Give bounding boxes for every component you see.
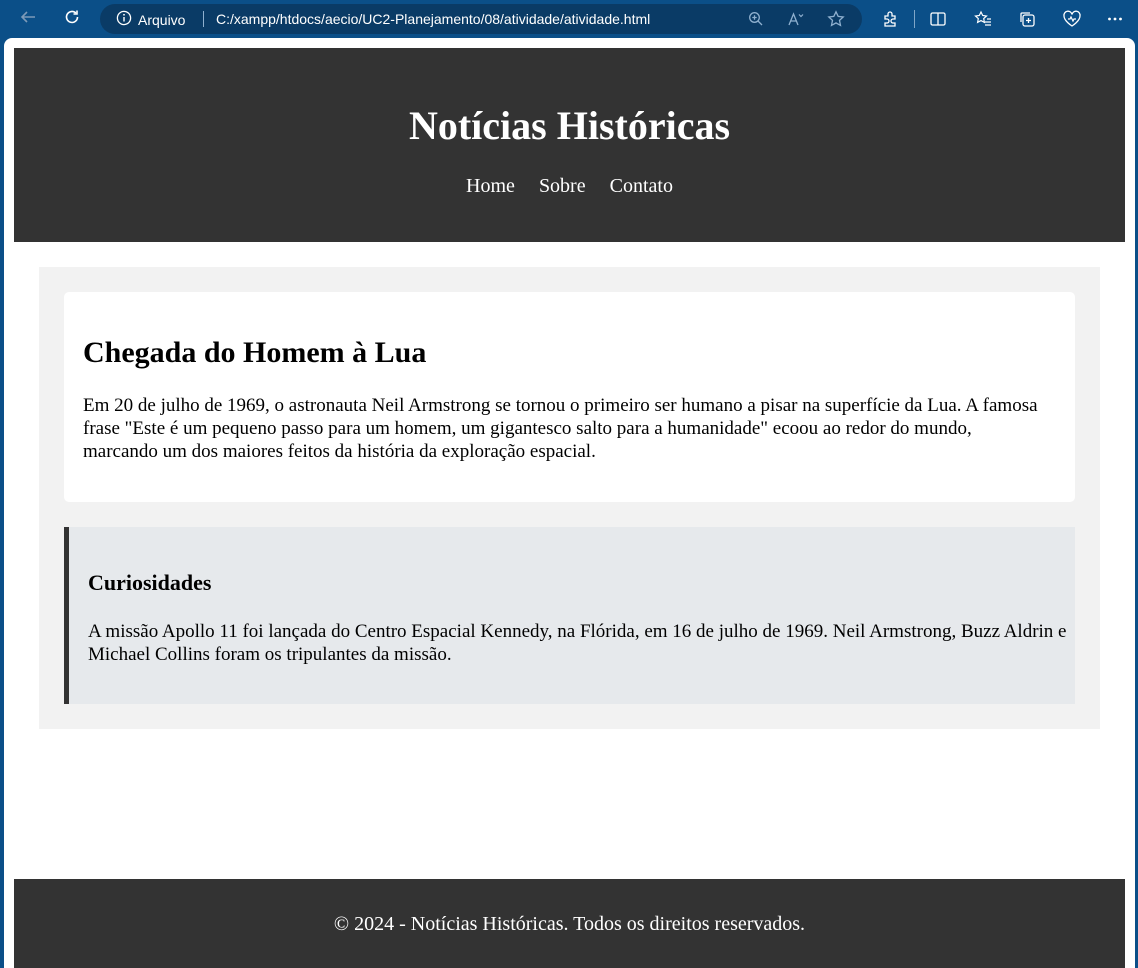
favorites-icon[interactable] bbox=[972, 8, 994, 30]
back-arrow-icon bbox=[19, 8, 37, 31]
reload-button[interactable] bbox=[59, 7, 85, 31]
reload-icon bbox=[63, 8, 81, 31]
site-header: Notícias Históricas Home Sobre Contato bbox=[14, 48, 1125, 242]
extensions-icon[interactable] bbox=[879, 8, 901, 30]
site-info-button[interactable]: Arquivo bbox=[116, 10, 185, 29]
footer-copyright: © 2024 - Notícias Históricas. Todos os d… bbox=[333, 913, 806, 935]
back-button[interactable] bbox=[15, 7, 41, 31]
info-icon bbox=[116, 10, 132, 29]
article-title: Chegada do Homem à Lua bbox=[83, 336, 427, 369]
site-footer: © 2024 - Notícias Históricas. Todos os d… bbox=[14, 879, 1125, 968]
site-title: Notícias Históricas bbox=[408, 103, 731, 148]
security-label: Arquivo bbox=[138, 11, 186, 28]
toolbar-divider bbox=[914, 10, 915, 28]
address-divider bbox=[203, 11, 204, 27]
nav-link-contato[interactable]: Contato bbox=[610, 174, 673, 198]
main-nav: Home Sobre Contato bbox=[14, 174, 1125, 198]
curiosities-body: A missão Apollo 11 foi lançada do Centro… bbox=[88, 621, 1067, 665]
curiosities-box: Curiosidades A missão Apollo 11 foi lanç… bbox=[64, 527, 1075, 704]
curiosities-title: Curiosidades bbox=[88, 570, 212, 595]
browser-essentials-icon[interactable] bbox=[1061, 8, 1083, 30]
zoom-icon[interactable] bbox=[746, 10, 766, 28]
nav-link-home[interactable]: Home bbox=[466, 174, 515, 198]
article-body: Em 20 de julho de 1969, o astronauta Nei… bbox=[83, 395, 1038, 462]
news-article: Chegada do Homem à Lua Em 20 de julho de… bbox=[64, 292, 1075, 502]
split-screen-icon[interactable] bbox=[927, 8, 949, 30]
more-menu-icon[interactable] bbox=[1104, 8, 1126, 30]
browser-toolbar: Arquivo C:/xampp/htdocs/aecio/UC2-Planej… bbox=[0, 0, 1138, 38]
url-text[interactable]: C:/xampp/htdocs/aecio/UC2-Planejamento/0… bbox=[216, 11, 650, 27]
address-bar[interactable]: Arquivo C:/xampp/htdocs/aecio/UC2-Planej… bbox=[100, 4, 862, 34]
page-viewport: Notícias Históricas Home Sobre Contato C… bbox=[4, 38, 1135, 968]
collections-icon[interactable] bbox=[1016, 8, 1038, 30]
read-aloud-icon[interactable] bbox=[786, 10, 806, 28]
nav-link-sobre[interactable]: Sobre bbox=[539, 174, 586, 198]
favorite-star-icon[interactable] bbox=[826, 10, 846, 28]
main-content: Chegada do Homem à Lua Em 20 de julho de… bbox=[39, 267, 1100, 729]
